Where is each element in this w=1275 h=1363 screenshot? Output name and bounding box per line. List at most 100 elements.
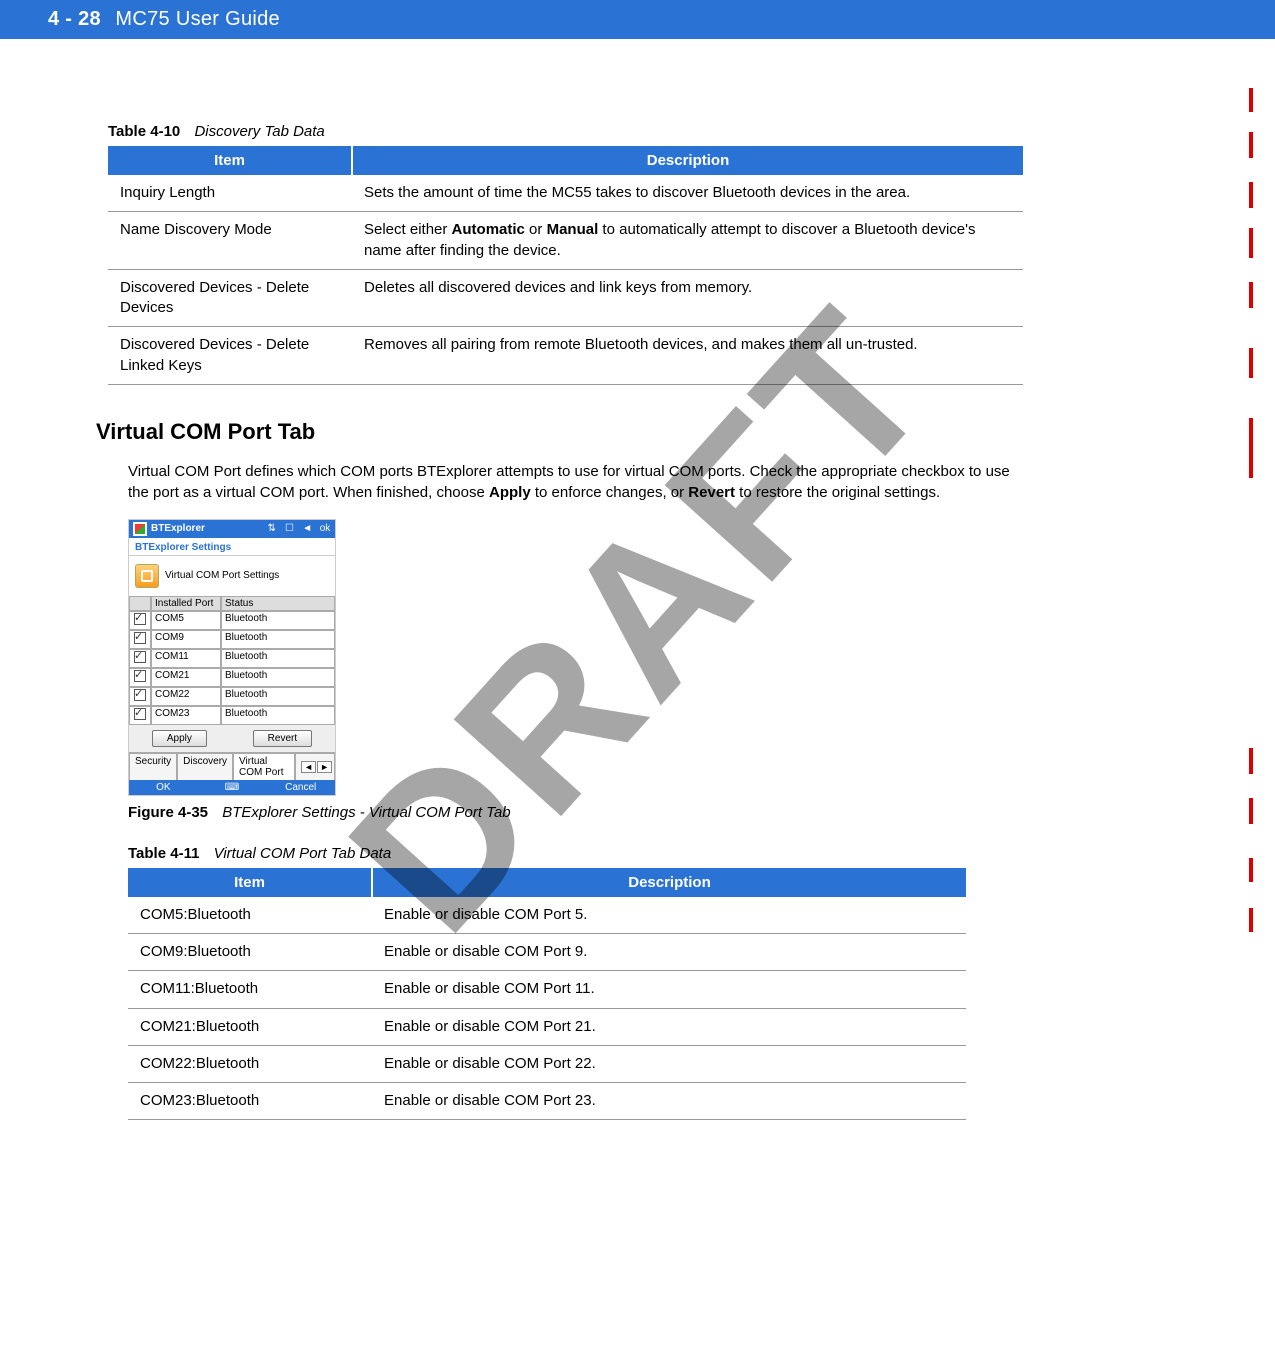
grid-row: COM23Bluetooth (129, 706, 335, 725)
cell-item: Name Discovery Mode (108, 212, 352, 270)
cell-item: COM5:Bluetooth (128, 897, 372, 934)
section-paragraph: Virtual COM Port defines which COM ports… (128, 461, 1028, 503)
cell-item: COM23:Bluetooth (128, 1083, 372, 1120)
tab-virtual-com-port[interactable]: Virtual COM Port (233, 753, 295, 780)
tab-scroll-right-icon[interactable]: ► (317, 761, 332, 773)
cell-desc: Enable or disable COM Port 11. (372, 971, 966, 1008)
table-row: Inquiry Length Sets the amount of time t… (108, 175, 1023, 212)
settings-subtitle: BTExplorer Settings (129, 538, 335, 556)
status-cell: Bluetooth (221, 649, 335, 668)
status-cell: Bluetooth (221, 630, 335, 649)
bottom-bar: OK ⌨ Cancel (129, 780, 335, 795)
cell-desc: Deletes all discovered devices and link … (352, 269, 1023, 327)
port-cell: COM23 (151, 706, 221, 725)
btexplorer-screenshot: BTExplorer ⇅ ☐ ◄ ok BTExplorer Settings … (128, 519, 336, 796)
page-header: 4 - 28 MC75 User Guide (0, 0, 1275, 39)
column-header-description: Description (372, 868, 966, 897)
tab-scroll-left-icon[interactable]: ◄ (301, 761, 316, 773)
port-cell: COM9 (151, 630, 221, 649)
ok-button[interactable]: ok (319, 523, 331, 535)
cell-item: Discovered Devices - Delete Devices (108, 269, 352, 327)
cell-item: COM21:Bluetooth (128, 1008, 372, 1045)
grid-row: COM22Bluetooth (129, 687, 335, 706)
grid-header-status: Status (221, 596, 335, 611)
status-cell: Bluetooth (221, 668, 335, 687)
settings-icon (135, 564, 159, 588)
cell-desc: Enable or disable COM Port 9. (372, 934, 966, 971)
status-cell: Bluetooth (221, 687, 335, 706)
column-header-item: Item (128, 868, 372, 897)
grid-row: COM9Bluetooth (129, 630, 335, 649)
port-cell: COM22 (151, 687, 221, 706)
cell-desc: Enable or disable COM Port 23. (372, 1083, 966, 1120)
cell-desc: Enable or disable COM Port 21. (372, 1008, 966, 1045)
cell-desc: Select either Automatic or Manual to aut… (352, 212, 1023, 270)
port-cell: COM21 (151, 668, 221, 687)
table-row: Discovered Devices - Delete Linked Keys … (108, 327, 1023, 385)
table-label: Table 4-10 (108, 123, 180, 140)
column-header-description: Description (352, 146, 1023, 175)
checkbox[interactable] (134, 613, 146, 625)
table-row: COM21:BluetoothEnable or disable COM Por… (128, 1008, 966, 1045)
virtual-com-port-table: Item Description COM5:BluetoothEnable or… (128, 868, 966, 1121)
page-number: 4 - 28 (48, 8, 101, 30)
titlebar-icons: ⇅ ☐ ◄ ok (263, 523, 331, 535)
softkey-ok[interactable]: OK (129, 780, 198, 795)
table-4-11-caption: Table 4-11 Virtual COM Port Tab Data (128, 845, 1235, 862)
checkbox[interactable] (134, 632, 146, 644)
port-cell: COM11 (151, 649, 221, 668)
revert-button[interactable]: Revert (253, 730, 312, 747)
discovery-tab-data-table: Item Description Inquiry Length Sets the… (108, 146, 1023, 385)
grid-row: COM11Bluetooth (129, 649, 335, 668)
grid-header-port: Installed Port (151, 596, 221, 611)
table-label: Table 4-11 (128, 845, 199, 862)
column-header-item: Item (108, 146, 352, 175)
tab-security[interactable]: Security (129, 753, 177, 780)
tab-discovery[interactable]: Discovery (177, 753, 233, 780)
tab-bar: Security Discovery Virtual COM Port ◄ ► (129, 752, 335, 780)
cell-desc: Enable or disable COM Port 22. (372, 1045, 966, 1082)
grid-row: COM5Bluetooth (129, 611, 335, 630)
window-title: BTExplorer (151, 523, 205, 534)
cell-desc: Sets the amount of time the MC55 takes t… (352, 175, 1023, 212)
cell-desc: Enable or disable COM Port 5. (372, 897, 966, 934)
table-title: Virtual COM Port Tab Data (214, 845, 392, 862)
grid-header: Installed Port Status (129, 596, 335, 611)
table-row: COM9:BluetoothEnable or disable COM Port… (128, 934, 966, 971)
table-row: Name Discovery Mode Select either Automa… (108, 212, 1023, 270)
cell-item: COM11:Bluetooth (128, 971, 372, 1008)
sound-icon: ◄ (301, 523, 313, 535)
checkbox[interactable] (134, 670, 146, 682)
cell-item: Discovered Devices - Delete Linked Keys (108, 327, 352, 385)
table-title: Discovery Tab Data (194, 123, 324, 140)
cell-desc: Removes all pairing from remote Bluetoot… (352, 327, 1023, 385)
cell-item: COM22:Bluetooth (128, 1045, 372, 1082)
checkbox[interactable] (134, 708, 146, 720)
table-row: COM23:BluetoothEnable or disable COM Por… (128, 1083, 966, 1120)
cell-item: Inquiry Length (108, 175, 352, 212)
grid-row: COM21Bluetooth (129, 668, 335, 687)
signal-icon: ⇅ (266, 523, 278, 535)
table-4-10-caption: Table 4-10 Discovery Tab Data (108, 123, 1235, 140)
settings-section-label: Virtual COM Port Settings (165, 570, 279, 581)
figure-4-35-caption: Figure 4-35 BTExplorer Settings - Virtua… (128, 804, 1235, 821)
status-cell: Bluetooth (221, 706, 335, 725)
checkbox[interactable] (134, 689, 146, 701)
guide-title: MC75 User Guide (115, 8, 280, 30)
table-row: COM11:BluetoothEnable or disable COM Por… (128, 971, 966, 1008)
window-titlebar: BTExplorer ⇅ ☐ ◄ ok (129, 520, 335, 538)
apply-button[interactable]: Apply (152, 730, 207, 747)
cell-item: COM9:Bluetooth (128, 934, 372, 971)
windows-logo-icon (133, 522, 147, 536)
table-row: Discovered Devices - Delete Devices Dele… (108, 269, 1023, 327)
checkbox[interactable] (134, 651, 146, 663)
softkey-cancel[interactable]: Cancel (266, 780, 335, 795)
doc-icon: ☐ (283, 523, 295, 535)
section-heading: Virtual COM Port Tab (96, 419, 1235, 445)
figure-label: Figure 4-35 (128, 804, 208, 821)
keyboard-icon[interactable]: ⌨ (198, 780, 267, 795)
status-cell: Bluetooth (221, 611, 335, 630)
port-cell: COM5 (151, 611, 221, 630)
settings-section-header: Virtual COM Port Settings (129, 556, 335, 596)
figure-title: BTExplorer Settings - Virtual COM Port T… (222, 804, 510, 821)
